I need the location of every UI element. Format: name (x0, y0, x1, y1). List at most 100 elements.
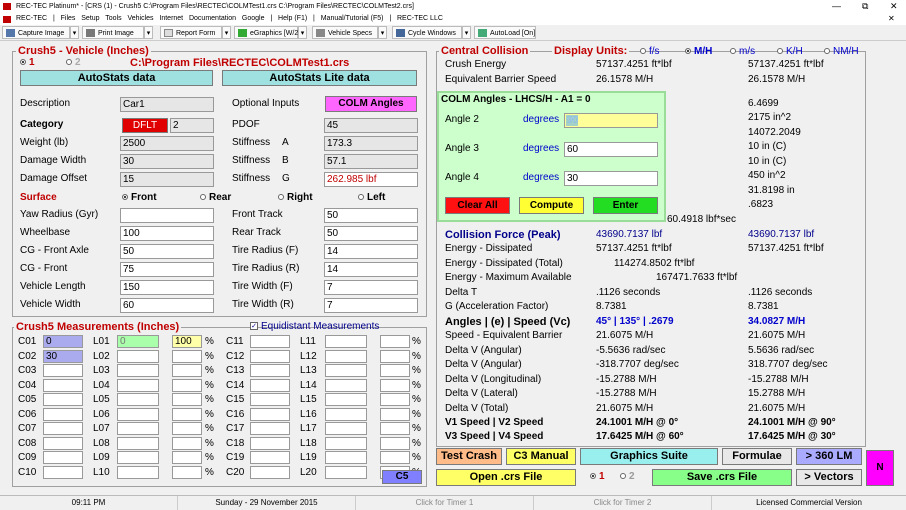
menu-item[interactable]: Manual/Tutorial (F5) (321, 15, 384, 22)
pct-field[interactable] (380, 451, 410, 464)
c-field[interactable] (250, 335, 290, 348)
dropdown-icon[interactable]: ▾ (378, 26, 387, 39)
l-field[interactable] (117, 364, 159, 377)
pct-field[interactable] (172, 349, 202, 363)
menu-item[interactable]: REC-TEC (16, 15, 47, 22)
radio-file-1[interactable]: 1 (590, 470, 605, 484)
pct-field[interactable] (172, 407, 202, 421)
radio-vehicle-2[interactable]: 2 (66, 56, 81, 70)
c-field[interactable] (43, 393, 83, 406)
timer1-button[interactable]: Click for Timer 1 (356, 496, 534, 510)
l-field[interactable] (325, 335, 367, 348)
stiffness-b-field[interactable]: 57.1 (324, 154, 418, 169)
l-field[interactable] (325, 393, 367, 406)
dropdown-icon[interactable]: ▾ (462, 26, 471, 39)
pct-field[interactable] (172, 393, 202, 406)
formulae-button[interactable]: Formulae (722, 448, 792, 465)
l-field[interactable] (117, 407, 159, 421)
l-field[interactable] (325, 378, 367, 392)
unit-ms[interactable]: m/s (730, 45, 755, 59)
menu-item[interactable]: REC-TEC LLC (397, 15, 443, 22)
menu-item[interactable]: Documentation (189, 15, 236, 22)
cycle-windows-button[interactable]: Cycle Windows (392, 26, 462, 39)
damage-width-field[interactable]: 30 (120, 154, 214, 169)
angle2-field[interactable]: 90 (564, 113, 658, 128)
l-field[interactable]: 0 (117, 335, 159, 348)
tire-width-r-field[interactable]: 7 (324, 298, 418, 313)
c-field[interactable] (43, 451, 83, 464)
c-field[interactable] (43, 378, 83, 392)
pct-field[interactable] (380, 407, 410, 421)
colm-angles-button[interactable]: COLM Angles (325, 96, 417, 112)
pct-field[interactable] (380, 349, 410, 363)
minimize-button[interactable]: — (832, 0, 841, 13)
pct-field[interactable] (380, 422, 410, 435)
pct-field[interactable] (380, 364, 410, 377)
c-field[interactable] (250, 407, 290, 421)
egraphics-button[interactable]: eGraphics [W/2] (234, 26, 300, 39)
compute-button[interactable]: Compute (519, 197, 584, 214)
c-field[interactable] (250, 451, 290, 464)
l-field[interactable] (325, 451, 367, 464)
c-field[interactable] (250, 393, 290, 406)
menu-item[interactable]: Internet (159, 15, 183, 22)
rear-track-field[interactable]: 50 (324, 226, 418, 241)
unit-fs[interactable]: f/s (640, 45, 660, 59)
autostats-button[interactable]: AutoStats data (20, 70, 213, 86)
test-crash-button[interactable]: Test Crash (436, 448, 502, 465)
tire-width-f-field[interactable]: 7 (324, 280, 418, 295)
vehicle-width-field[interactable]: 60 (120, 298, 214, 313)
pct-field[interactable] (380, 378, 410, 392)
graphics-suite-button[interactable]: Graphics Suite (580, 448, 718, 465)
l-field[interactable] (325, 349, 367, 363)
vectors-button[interactable]: > Vectors (796, 469, 862, 486)
l-field[interactable] (325, 422, 367, 435)
save-crs-button[interactable]: Save .crs File (652, 469, 792, 486)
pct-field[interactable] (172, 465, 202, 479)
pct-field[interactable] (172, 422, 202, 435)
c5-button[interactable]: C5 (382, 470, 422, 484)
restore-button[interactable]: ⧉ (862, 0, 868, 13)
l-field[interactable] (325, 407, 367, 421)
radio-file-2[interactable]: 2 (620, 470, 635, 484)
c-field[interactable] (250, 465, 290, 479)
pct-field[interactable] (172, 451, 202, 464)
c-field[interactable] (250, 378, 290, 392)
l-field[interactable] (325, 364, 367, 377)
l-field[interactable] (117, 422, 159, 435)
print-image-button[interactable]: Print Image (82, 26, 144, 39)
radio-vehicle-1[interactable]: 1 (20, 56, 35, 70)
weight-field[interactable]: 2500 (120, 136, 214, 151)
pct-field[interactable] (172, 364, 202, 377)
menu-item[interactable]: Vehicles (127, 15, 153, 22)
c-field[interactable] (43, 436, 83, 450)
l-field[interactable] (117, 436, 159, 450)
pct-field[interactable] (172, 436, 202, 450)
c-field[interactable] (250, 422, 290, 435)
radio-rear[interactable]: Rear (200, 191, 231, 205)
n-button[interactable]: N (866, 450, 894, 486)
pct-field[interactable] (172, 378, 202, 392)
yaw-radius-field[interactable] (120, 208, 214, 223)
c-field[interactable]: 0 (43, 335, 83, 348)
front-track-field[interactable]: 50 (324, 208, 418, 223)
radio-front[interactable]: Front (122, 191, 157, 205)
unit-kh[interactable]: K/H (777, 45, 803, 59)
autoload-button[interactable]: AutoLoad [On] (474, 26, 536, 39)
c-field[interactable]: 30 (43, 349, 83, 363)
open-crs-button[interactable]: Open .crs File (436, 469, 576, 486)
pct-field[interactable] (380, 436, 410, 450)
360-lm-button[interactable]: > 360 LM (796, 448, 862, 465)
capture-image-button[interactable]: Capture Image (2, 26, 70, 39)
unit-nmh[interactable]: NM/H (824, 45, 859, 59)
menu-item[interactable]: Tools (105, 15, 121, 22)
c-field[interactable] (43, 407, 83, 421)
c-field[interactable] (250, 436, 290, 450)
unit-mh[interactable]: M/H (685, 45, 712, 59)
autostats-lite-button[interactable]: AutoStats Lite data (222, 70, 417, 86)
timer2-button[interactable]: Click for Timer 2 (534, 496, 712, 510)
menu-item[interactable]: Files (61, 15, 76, 22)
l-field[interactable] (117, 451, 159, 464)
vehicle-specs-button[interactable]: Vehicle Specs (312, 26, 378, 39)
pdof-field[interactable]: 45 (324, 118, 418, 133)
